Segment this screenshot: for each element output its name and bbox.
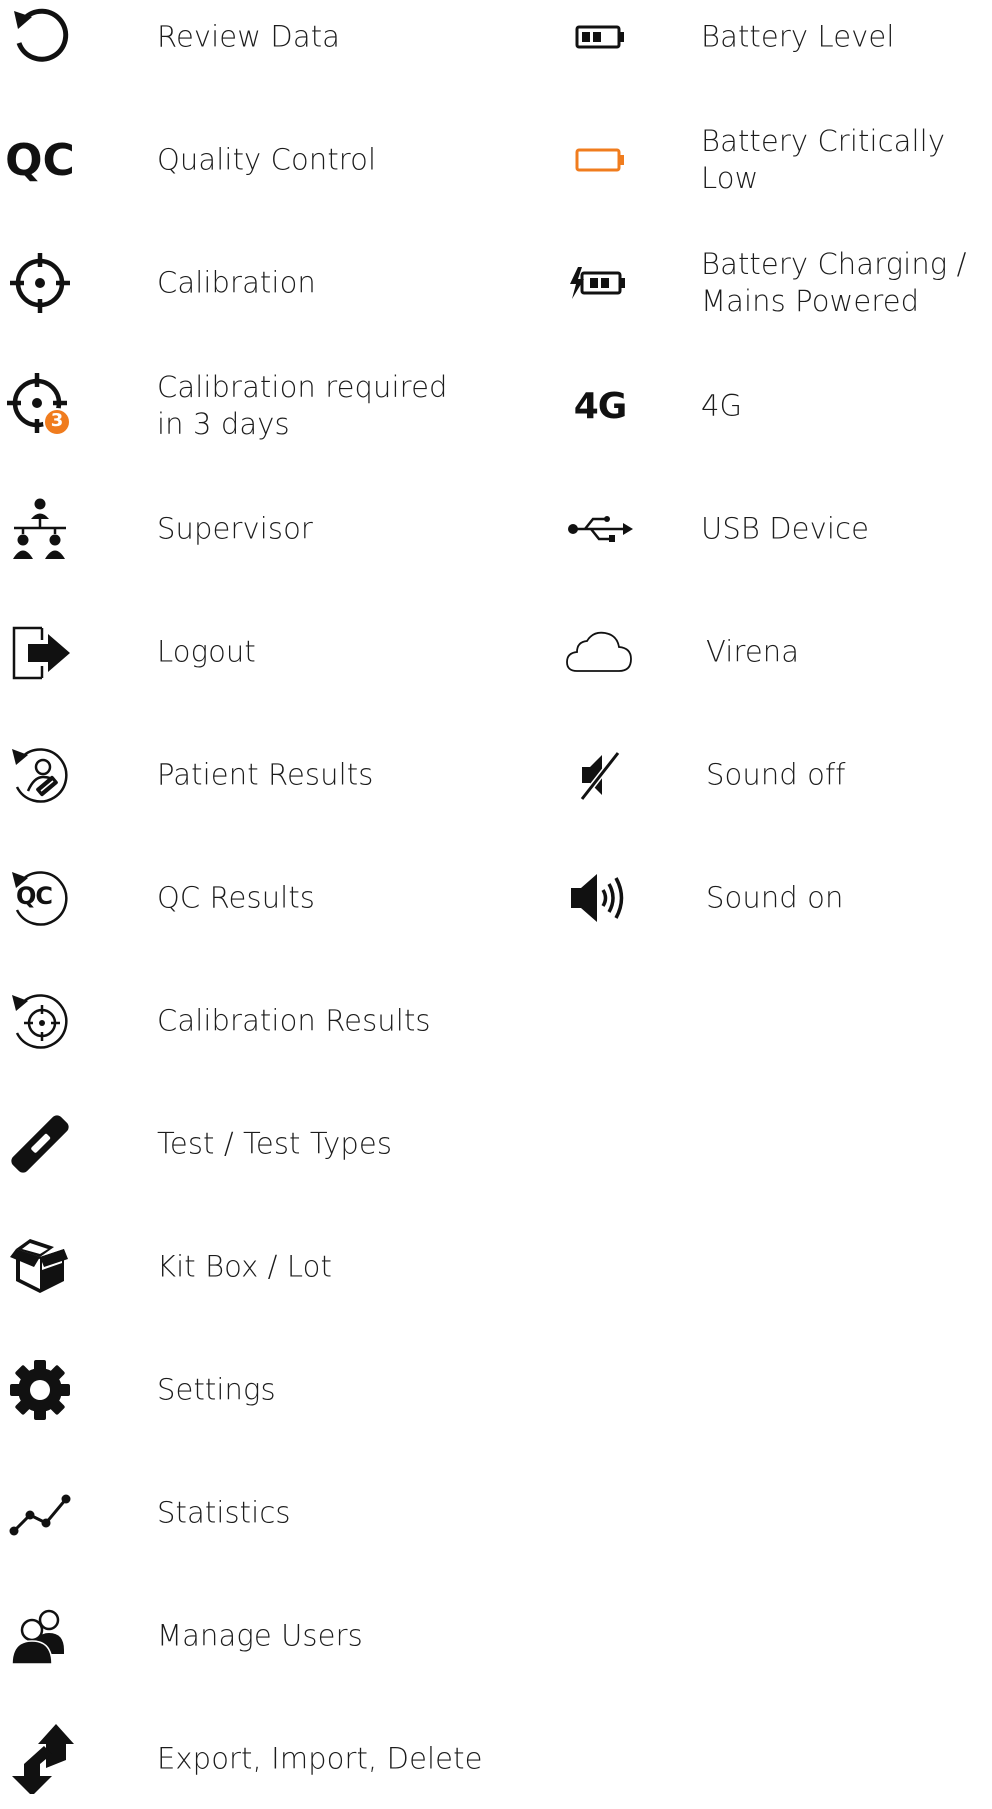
legend-item-calibration-results: Calibration Results (0, 971, 500, 1071)
legend-label: Battery Charging / Mains Powered (701, 247, 967, 318)
legend-label: Battery Level (701, 19, 895, 54)
battery-charging-icon (560, 243, 640, 323)
legend-label: Quality Control (157, 142, 377, 177)
legend-label: Calibration required in 3 days (157, 370, 448, 441)
qc-results-icon: QC (0, 858, 80, 938)
crosshair-icon (0, 243, 80, 323)
legend-item-settings: Settings (0, 1340, 500, 1440)
legend-label: Patient Results (157, 757, 374, 792)
legend-item-calibration: Calibration (0, 233, 500, 333)
legend-label: Statistics (157, 1495, 291, 1530)
legend-item-logout: Logout (0, 602, 500, 702)
legend-item-statistics: Statistics (0, 1463, 500, 1563)
crosshair-badge-icon: 3 (0, 366, 80, 446)
legend-item-qc-results: QC QC Results (0, 848, 500, 948)
supervisor-icon (0, 489, 80, 569)
calibration-badge-count: 3 (50, 410, 64, 431)
legend-item-virena: Virena (560, 602, 992, 702)
legend-item-sound-off: Sound off (560, 725, 992, 825)
legend-label: Calibration Results (157, 1003, 431, 1038)
legend-item-kit-box: Kit Box / Lot (0, 1217, 500, 1317)
legend-item-battery-low: Battery Critically Low (560, 110, 992, 210)
legend-label: Calibration (157, 265, 316, 300)
legend-item-quality-control: QC Quality Control (0, 110, 500, 210)
patient-results-icon (0, 735, 80, 815)
legend-label: Supervisor (157, 511, 313, 546)
test-strip-icon (0, 1104, 80, 1184)
qc-icon-text: QC (5, 134, 75, 186)
legend-label: Settings (157, 1372, 276, 1407)
battery-low-icon (560, 120, 640, 200)
legend-label: Sound on (706, 880, 844, 915)
review-data-icon (0, 0, 80, 77)
legend-item-battery-level: Battery Level (560, 0, 992, 87)
legend-item-test-types: Test / Test Types (0, 1094, 500, 1194)
legend-label: QC Results (157, 880, 316, 915)
legend-label: Sound off (706, 757, 846, 792)
legend-label: Review Data (157, 19, 341, 54)
sound-on-icon (560, 858, 640, 938)
legend-item-usb-device: USB Device (560, 479, 992, 579)
legend-item-battery-charging: Battery Charging / Mains Powered (560, 233, 992, 333)
battery-level-icon (560, 0, 640, 77)
legend-item-review-data: Review Data (0, 0, 500, 87)
manage-users-icon (0, 1596, 80, 1676)
legend-label: Kit Box / Lot (157, 1249, 332, 1284)
sound-off-icon (560, 735, 640, 815)
legend-item-export-import: Export, Import, Delete (0, 1709, 500, 1809)
4g-icon-text: 4G (573, 385, 628, 427)
kit-box-icon (0, 1227, 80, 1307)
legend-label: Manage Users (157, 1618, 363, 1653)
legend-label: Test / Test Types (157, 1126, 393, 1161)
legend-item-4g: 4G 4G (560, 356, 992, 456)
legend-item-calibration-required: 3 Calibration required in 3 days (0, 356, 500, 456)
icon-legend: Review Data QC Quality Control Calibrati… (0, 0, 992, 1794)
4g-icon: 4G (560, 366, 640, 446)
usb-icon (560, 489, 640, 569)
legend-label: Battery Critically Low (701, 124, 946, 195)
gear-icon (0, 1350, 80, 1430)
legend-label: USB Device (701, 511, 870, 546)
legend-label: 4G (701, 388, 743, 423)
legend-item-patient-results: Patient Results (0, 725, 500, 825)
calibration-results-icon (0, 981, 80, 1061)
legend-label: Logout (157, 634, 256, 669)
legend-item-supervisor: Supervisor (0, 479, 500, 579)
export-import-icon (0, 1719, 80, 1799)
legend-item-sound-on: Sound on (560, 848, 992, 948)
qc-icon: QC (0, 120, 80, 200)
cloud-icon (560, 612, 640, 692)
legend-label: Virena (706, 634, 800, 669)
legend-item-manage-users: Manage Users (0, 1586, 500, 1686)
logout-icon (0, 612, 80, 692)
statistics-icon (0, 1473, 80, 1553)
qc-results-icon-text: QC (16, 882, 53, 910)
legend-label: Export, Import, Delete (157, 1741, 483, 1776)
